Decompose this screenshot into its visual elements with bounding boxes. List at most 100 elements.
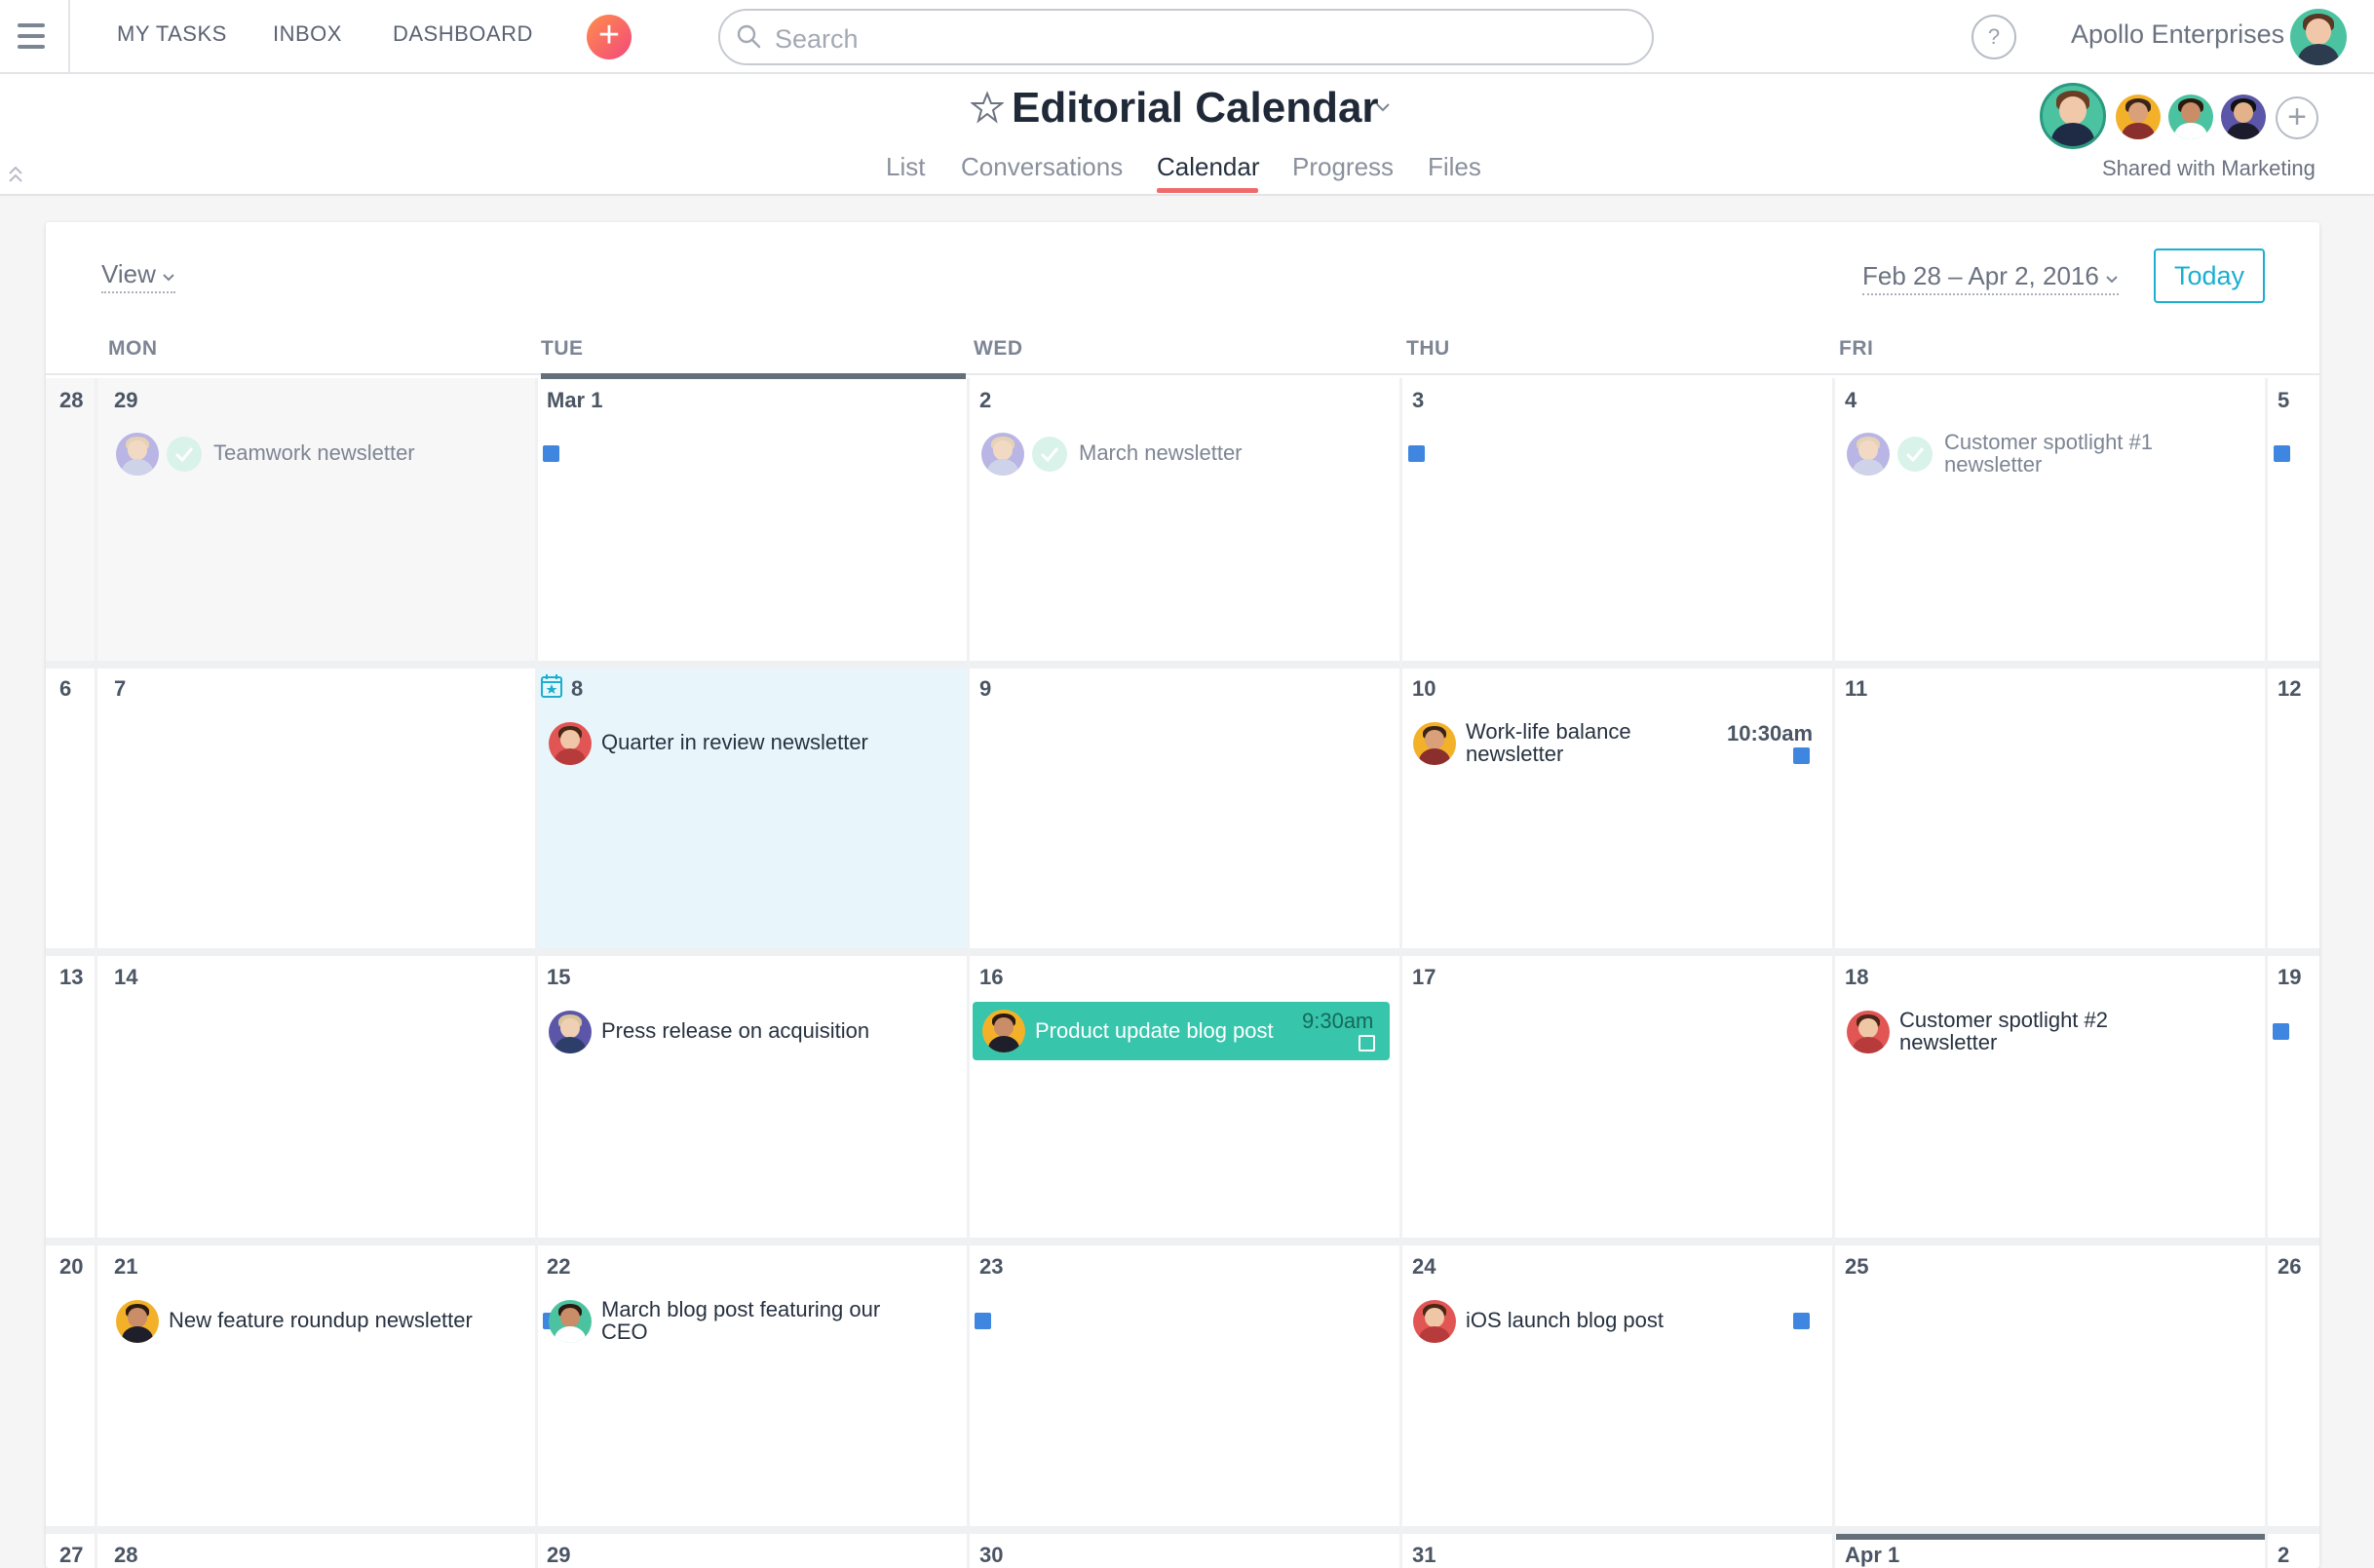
- assignee-avatar: [116, 1300, 159, 1343]
- project-color-icon: [1793, 747, 1810, 764]
- date-range-dropdown[interactable]: Feb 28 – Apr 2, 2016: [1862, 261, 2119, 295]
- add-member-button[interactable]: +: [2276, 96, 2318, 139]
- day-number: 23: [979, 1254, 1004, 1279]
- check-icon[interactable]: [1032, 437, 1067, 472]
- project-color-icon: [1408, 445, 1425, 462]
- view-label: View: [101, 259, 156, 288]
- task-label: Teamwork newsletter: [213, 440, 415, 465]
- member-avatar[interactable]: [2221, 95, 2266, 139]
- hamburger-menu-icon[interactable]: [0, 0, 70, 72]
- task-card[interactable]: March blog post featuring our CEO: [549, 1296, 991, 1345]
- task-time: 10:30am: [1727, 721, 1814, 746]
- project-color-icon: [975, 1313, 991, 1329]
- day-number: 31: [1412, 1543, 1436, 1567]
- task-label-line2: newsletter: [1899, 1030, 1998, 1054]
- member-avatar[interactable]: [2116, 95, 2161, 139]
- day-number: 29: [114, 388, 138, 412]
- task-label-line2: CEO: [601, 1319, 648, 1344]
- task-label-line2: newsletter: [1466, 742, 1564, 766]
- assignee-avatar: [1413, 722, 1456, 765]
- task-card[interactable]: New feature roundup newsletter: [116, 1296, 559, 1345]
- day-number: 12: [2278, 676, 2302, 701]
- chevron-down-icon: [163, 274, 174, 282]
- task-card-selected[interactable]: Product update blog post 9:30am: [973, 1002, 1390, 1060]
- check-icon[interactable]: [167, 437, 202, 472]
- task-card[interactable]: Customer spotlight #2 newsletter: [1847, 1007, 2289, 1055]
- calendar-card: View Feb 28 – Apr 2, 2016 Today MON TUE …: [46, 222, 2319, 1568]
- day-number: 17: [1412, 965, 1436, 989]
- column-divider: [95, 378, 97, 1568]
- task-card[interactable]: Work-life balance newsletter 10:30am: [1413, 718, 1822, 767]
- quick-add-button[interactable]: +: [587, 15, 632, 59]
- tab-conversations[interactable]: Conversations: [961, 152, 1123, 182]
- tab-calendar[interactable]: Calendar: [1157, 152, 1260, 182]
- project-color-icon: [543, 445, 559, 462]
- today-button[interactable]: Today: [2154, 249, 2265, 303]
- day-cell-today[interactable]: [535, 668, 967, 948]
- dow-thu: THU: [1406, 337, 1450, 360]
- day-cell-past[interactable]: [46, 378, 535, 661]
- task-card[interactable]: March newsletter: [981, 429, 1425, 478]
- assignee-avatar: [982, 1010, 1025, 1052]
- task-label-line1: Work-life balance: [1466, 719, 1631, 744]
- search-icon: [737, 24, 761, 49]
- project-color-icon: [2273, 1023, 2289, 1040]
- day-number: 30: [979, 1543, 1004, 1567]
- day-number: 14: [114, 965, 138, 989]
- project-color-icon: [2274, 445, 2290, 462]
- shared-with-label[interactable]: Shared with Marketing: [2102, 156, 2316, 181]
- tab-list[interactable]: List: [886, 152, 925, 182]
- day-number: 10: [1412, 676, 1436, 701]
- tab-progress[interactable]: Progress: [1292, 152, 1394, 182]
- assignee-avatar: [981, 433, 1024, 476]
- chevron-down-icon[interactable]: [1374, 101, 1392, 113]
- column-divider: [967, 378, 970, 1568]
- dow-tue: TUE: [541, 337, 584, 360]
- project-title[interactable]: Editorial Calendar: [1012, 84, 1379, 133]
- task-card[interactable]: Customer spotlight #1 newsletter: [1847, 429, 2290, 478]
- task-card[interactable]: Press release on acquisition: [549, 1007, 991, 1055]
- assignee-avatar: [549, 1300, 592, 1343]
- collapse-icon[interactable]: [6, 164, 25, 187]
- star-icon[interactable]: [971, 91, 1004, 124]
- day-number: 16: [979, 965, 1004, 989]
- day-number: 4: [1845, 388, 1857, 412]
- day-number: 24: [1412, 1254, 1436, 1279]
- task-time: 9:30am: [1302, 1009, 1374, 1033]
- tab-files[interactable]: Files: [1428, 152, 1481, 182]
- day-number: 22: [547, 1254, 571, 1279]
- day-number: 6: [59, 676, 72, 701]
- nav-dashboard[interactable]: DASHBOARD: [393, 21, 533, 47]
- check-icon[interactable]: [1897, 437, 1933, 472]
- day-number: 25: [1845, 1254, 1869, 1279]
- task-card[interactable]: iOS launch blog post: [1413, 1296, 1822, 1345]
- user-avatar[interactable]: [2290, 9, 2347, 65]
- task-label: Press release on acquisition: [601, 1018, 870, 1043]
- task-label: Quarter in review newsletter: [601, 730, 868, 754]
- task-card[interactable]: Teamwork newsletter: [116, 429, 559, 478]
- view-dropdown[interactable]: View: [101, 259, 175, 293]
- column-divider: [2265, 378, 2268, 1568]
- day-number: Mar 1: [547, 388, 603, 412]
- assignee-avatar: [1847, 433, 1890, 476]
- help-button[interactable]: ?: [1972, 15, 2016, 59]
- day-number: 2: [2278, 1543, 2290, 1567]
- task-label-line2: newsletter: [1944, 452, 2043, 477]
- search-input[interactable]: Search: [718, 9, 1654, 65]
- calendar-today-icon: [541, 674, 562, 698]
- active-tab-indicator: [1157, 188, 1258, 193]
- project-color-icon: [1793, 1313, 1810, 1329]
- organization-name[interactable]: Apollo Enterprises: [2071, 19, 2284, 50]
- nav-inbox[interactable]: INBOX: [273, 21, 342, 47]
- member-avatar[interactable]: [2040, 83, 2106, 149]
- task-card[interactable]: Quarter in review newsletter: [549, 718, 958, 767]
- day-number: 26: [2278, 1254, 2302, 1279]
- dow-mon: MON: [108, 337, 158, 360]
- member-avatar[interactable]: [2168, 95, 2213, 139]
- chevron-down-icon: [2106, 276, 2118, 284]
- day-number: 2: [979, 388, 992, 412]
- day-number: 18: [1845, 965, 1869, 989]
- week-separator: [46, 1238, 2319, 1245]
- day-number: 19: [2278, 965, 2302, 989]
- nav-my-tasks[interactable]: MY TASKS: [117, 21, 227, 47]
